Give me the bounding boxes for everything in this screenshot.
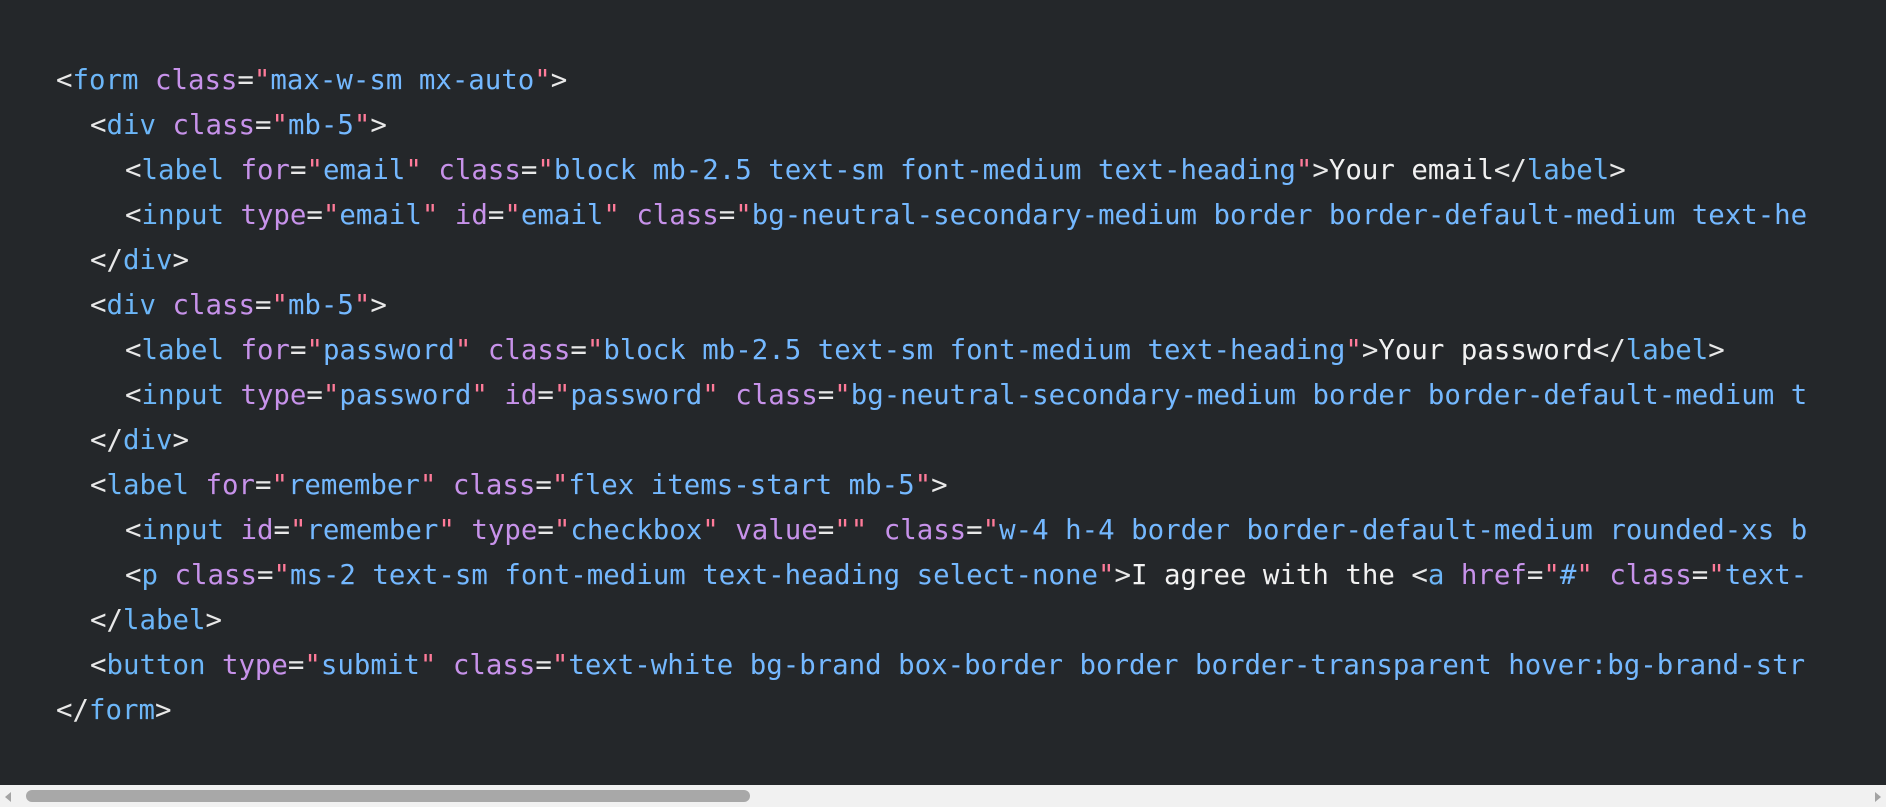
code-viewport: <form class="max-w-sm mx-auto"> <div clas…: [0, 0, 1886, 785]
code-line-4: <input type="email" id="email" class="bg…: [125, 200, 1808, 231]
code-line-10: <label for="remember" class="flex items-…: [90, 470, 948, 501]
code-line-11: <input id="remember" type="checkbox" val…: [125, 515, 1808, 546]
horizontal-scrollbar[interactable]: [0, 785, 1886, 807]
code-line-8: <input type="password" id="password" cla…: [125, 380, 1808, 411]
code-line-7: <label for="password" class="block mb-2.…: [125, 335, 1725, 366]
code-line-1: <form class="max-w-sm mx-auto">: [56, 65, 568, 96]
code-line-9: </div>: [90, 425, 189, 456]
code-block: <form class="max-w-sm mx-auto"> <div clas…: [0, 0, 1886, 807]
code-line-12: <p class="ms-2 text-sm font-medium text-…: [125, 560, 1808, 591]
code-line-6: <div class="mb-5">: [90, 290, 387, 321]
scroll-right-arrow-icon[interactable]: [1875, 792, 1881, 802]
code-snippet: <form class="max-w-sm mx-auto"> <div clas…: [56, 58, 1807, 733]
code-line-5: </div>: [90, 245, 189, 276]
code-line-14: <button type="submit" class="text-white …: [90, 650, 1806, 681]
code-line-13: </label>: [90, 605, 222, 636]
code-line-2: <div class="mb-5">: [90, 110, 387, 141]
code-line-15: </form>: [56, 695, 172, 726]
scrollbar-thumb[interactable]: [26, 790, 750, 802]
scroll-left-arrow-icon[interactable]: [5, 792, 11, 802]
code-line-3: <label for="email" class="block mb-2.5 t…: [125, 155, 1626, 186]
